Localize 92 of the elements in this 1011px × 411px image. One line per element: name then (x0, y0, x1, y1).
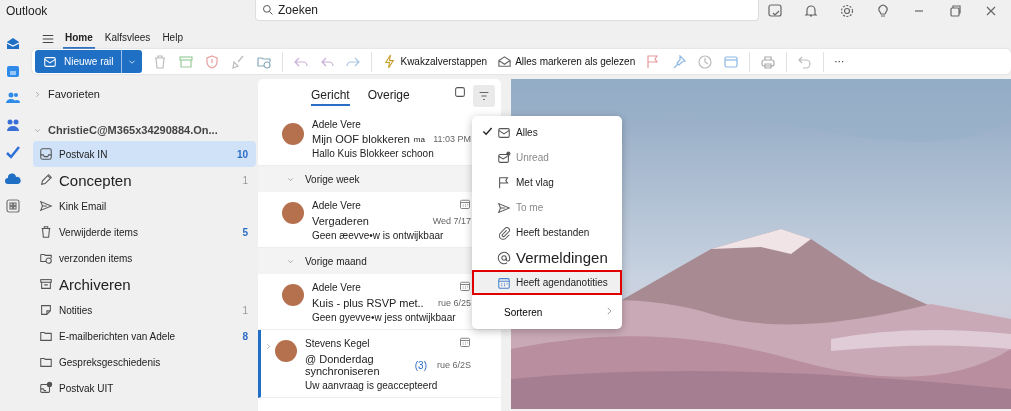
lightbulb-icon[interactable] (875, 3, 891, 19)
print-icon[interactable] (760, 53, 777, 70)
message-item[interactable]: Stevens Kegel @ Donderdag synchroniseren (3) rue 6/2S Uw aanvraag is geaccepteerd (258, 330, 501, 398)
avatar (275, 340, 297, 362)
folder-item[interactable]: Archiveren (33, 271, 256, 297)
menu-item[interactable]: Heeft agendanotities (472, 270, 622, 295)
folder-item[interactable]: Kink Email (33, 193, 256, 219)
account-header[interactable]: ChristieC@M365x34290884.On... (48, 124, 218, 136)
avatar (282, 284, 304, 306)
folder-item[interactable]: verzonden items (33, 245, 256, 271)
message-time: Wed 7/17 (432, 216, 471, 226)
folder-item[interactable]: Postvak UIT (33, 375, 256, 401)
message-subject: Kuis - plus RSVP met.. (312, 297, 424, 309)
folder-item[interactable]: Verwijderde items 5 (33, 219, 256, 245)
folder-item[interactable]: Postvak IN 10 (33, 141, 256, 167)
calendar-icon (497, 275, 511, 290)
calendar-icon (459, 280, 471, 292)
chevron-icon[interactable] (33, 89, 42, 99)
message-time: rue 6/25 (437, 298, 471, 308)
calendar-icon[interactable] (723, 53, 740, 70)
message-preview: Hallo Kuis Blokkeer schoon (312, 148, 435, 159)
favorites-header[interactable]: Favorieten (48, 88, 100, 100)
paper-plane-icon (39, 199, 53, 213)
message-preview: Geen æevve•w is ontwijkbaar (312, 230, 445, 241)
paperclip-icon (497, 225, 511, 240)
sender-name: Adele Vere (312, 281, 361, 293)
message-tag: ma (413, 134, 425, 144)
bell-icon[interactable] (803, 3, 819, 19)
avatar (282, 202, 304, 224)
search-field[interactable]: Zoeken (255, 0, 759, 21)
groups-app-icon[interactable] (4, 117, 21, 133)
mark-all-read-button[interactable]: Alles markeren als gelezen (497, 54, 636, 70)
settings-icon[interactable] (839, 3, 855, 19)
avatar (282, 123, 304, 145)
clock-icon[interactable] (697, 53, 714, 70)
inbox-icon (39, 147, 53, 161)
folder-item[interactable]: Gespreksgeschiedenis (33, 349, 256, 375)
outbox-icon (39, 381, 53, 395)
pencil-icon (39, 173, 53, 187)
envelope-icon (43, 54, 57, 69)
message-subject: Mijn OOF blokkeren (312, 133, 410, 145)
message-preview: Uw aanvraag is geaccepteerd (305, 380, 439, 391)
folder-item[interactable]: Notities 1 (33, 297, 256, 323)
people-app-icon[interactable] (4, 90, 21, 106)
flag-icon (497, 175, 511, 190)
thread-count: (3) (414, 359, 427, 371)
list-tab[interactable]: Gericht (311, 86, 350, 106)
message-preview: Geen gyevve•w jess ontwijkbaar (312, 312, 457, 323)
note-icon (39, 303, 53, 317)
search-icon (262, 4, 274, 16)
paper-plane-icon (497, 200, 511, 215)
pin-icon[interactable] (671, 53, 688, 70)
archive-icon (39, 277, 53, 291)
app-title: Outlook (5, 3, 49, 20)
calendar-icon (459, 336, 471, 348)
folder-item[interactable]: Concepten 1 (33, 167, 256, 193)
folder-icon (39, 355, 53, 369)
message-subject: @ Donderdag synchroniseren (305, 353, 381, 377)
message-time: rue 6/2S (436, 360, 471, 370)
envelope-icon (497, 125, 511, 140)
folder-icon (39, 251, 53, 265)
more-button[interactable]: ··· (834, 56, 845, 68)
sweep-button[interactable]: Kwakzalverstappen (382, 54, 488, 70)
list-tab[interactable]: Overige (367, 86, 410, 106)
folder-item[interactable]: E-mailberichten van Adele 8 (33, 323, 256, 349)
sender-name: Adele Vere (312, 199, 361, 211)
filter-button[interactable] (473, 85, 495, 107)
envelope-icon (497, 150, 511, 165)
message-time: 11:03 PM (433, 134, 471, 144)
ribbon-tab[interactable]: Kalfsvlees (102, 28, 153, 50)
archive-icon[interactable] (178, 53, 195, 70)
filter-icon (477, 89, 491, 103)
at-sign-icon (497, 250, 511, 265)
sender-name: Adele Vere (312, 119, 361, 130)
shield-icon[interactable] (204, 53, 221, 70)
apps-icon[interactable] (4, 198, 21, 214)
open-envelope-icon (497, 54, 513, 70)
checkmark-app-icon[interactable] (4, 144, 21, 160)
sender-name: Stevens Kegel (305, 337, 370, 349)
ribbon-tab[interactable]: Help (160, 28, 185, 50)
checklist-icon[interactable] (767, 3, 783, 19)
cloud-app-icon[interactable] (4, 171, 21, 187)
calendar-icon (459, 198, 471, 210)
select-icon[interactable] (453, 85, 467, 99)
folder-icon (39, 329, 53, 343)
restore-icon[interactable] (947, 3, 963, 19)
chevron-icon[interactable] (264, 342, 273, 351)
trash-icon (39, 225, 53, 239)
message-subject: Vergaderen (312, 215, 369, 227)
calendar-app-icon[interactable] (4, 63, 21, 79)
mail-app-icon[interactable] (4, 36, 21, 52)
chevron-icon (604, 306, 614, 316)
